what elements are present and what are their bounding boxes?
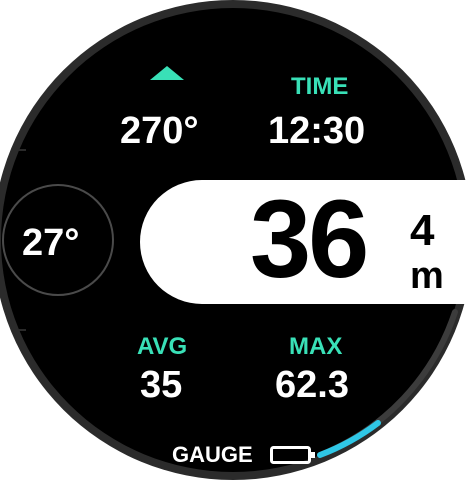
mode-label: GAUGE [172,442,253,467]
time-label: TIME [291,73,349,100]
battery-icon [270,446,315,464]
time-value: 12:30 [268,110,366,152]
heading-arrow-icon [150,66,184,80]
dive-computer-screen: 270° TIME 12:30 36 4 m 27° AVG 35 MAX 62… [0,0,466,480]
depth-decimal: 4 [410,206,435,255]
max-value: 62.3 [275,364,349,406]
temperature-value: 27° [22,222,80,264]
depth-value: 36 [250,178,369,301]
avg-label: AVG [137,333,188,360]
depth-unit: m [410,255,444,297]
heading-value: 270° [120,110,199,152]
avg-value: 35 [140,364,183,406]
max-label: MAX [289,333,343,360]
